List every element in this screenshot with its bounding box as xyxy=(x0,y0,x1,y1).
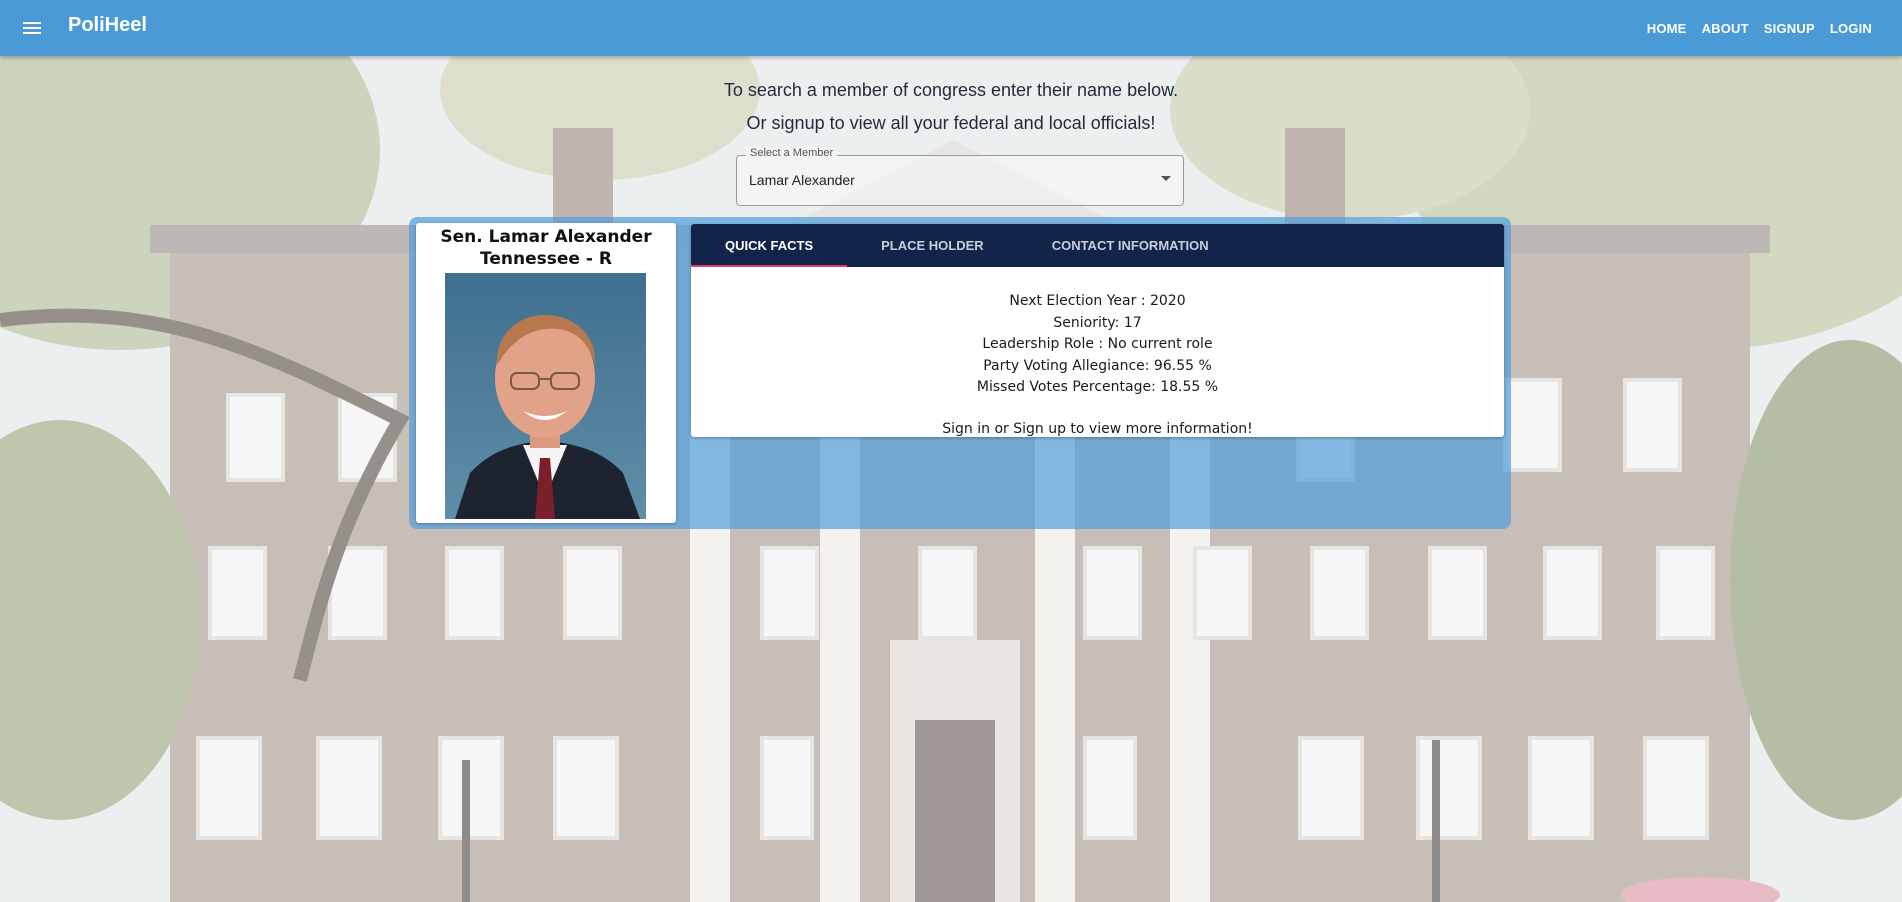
details-tabs: QUICK FACTS PLACE HOLDER CONTACT INFORMA… xyxy=(691,224,1504,267)
hamburger-menu-icon[interactable] xyxy=(20,16,44,40)
tab-contact-information[interactable]: CONTACT INFORMATION xyxy=(1018,224,1243,267)
nav-login-link[interactable]: LOGIN xyxy=(1830,21,1872,36)
tab-place-holder[interactable]: PLACE HOLDER xyxy=(847,224,1018,267)
member-select-value: Lamar Alexander xyxy=(749,172,855,188)
nav-home-link[interactable]: HOME xyxy=(1647,21,1687,36)
sign-in-prompt: Sign in or Sign up to view more informat… xyxy=(942,420,1253,437)
fact-missed-votes: Missed Votes Percentage: 18.55 % xyxy=(976,379,1219,396)
app-bar: PoliHeel HOME ABOUT SIGNUP LOGIN xyxy=(0,0,1902,56)
app-title[interactable]: PoliHeel xyxy=(68,14,147,37)
intro-line-1: To search a member of congress enter the… xyxy=(723,80,1179,100)
member-details-card: QUICK FACTS PLACE HOLDER CONTACT INFORMA… xyxy=(691,224,1504,437)
quick-facts-list: Next Election Year : 2020 Seniority: 17 … xyxy=(691,291,1504,399)
member-name: Sen. Lamar Alexander xyxy=(440,227,652,247)
nav-about-link[interactable]: ABOUT xyxy=(1702,21,1749,36)
member-select-label: Select a Member xyxy=(746,147,838,159)
dropdown-arrow-icon[interactable] xyxy=(1161,176,1171,181)
top-nav: HOME ABOUT SIGNUP LOGIN xyxy=(1632,0,1872,56)
fact-leadership-role: Leadership Role : No current role xyxy=(982,336,1213,353)
intro-line-2: Or signup to view all your federal and l… xyxy=(746,113,1156,133)
fact-next-election: Next Election Year : 2020 xyxy=(1009,293,1186,309)
nav-signup-link[interactable]: SIGNUP xyxy=(1764,21,1815,36)
fact-party-voting-allegiance: Party Voting Allegiance: 96.55 % xyxy=(983,357,1212,374)
fact-seniority: Seniority: 17 xyxy=(1053,314,1142,331)
member-select[interactable]: Select a Member Lamar Alexander xyxy=(736,147,1184,206)
senator-portrait xyxy=(445,273,646,519)
intro-text: To search a member of congress enter the… xyxy=(0,74,1902,140)
member-state-party: Tennessee - R xyxy=(480,249,612,269)
member-profile-card: Sen. Lamar Alexander Tennessee - R xyxy=(416,223,676,523)
tab-quick-facts[interactable]: QUICK FACTS xyxy=(691,224,848,267)
